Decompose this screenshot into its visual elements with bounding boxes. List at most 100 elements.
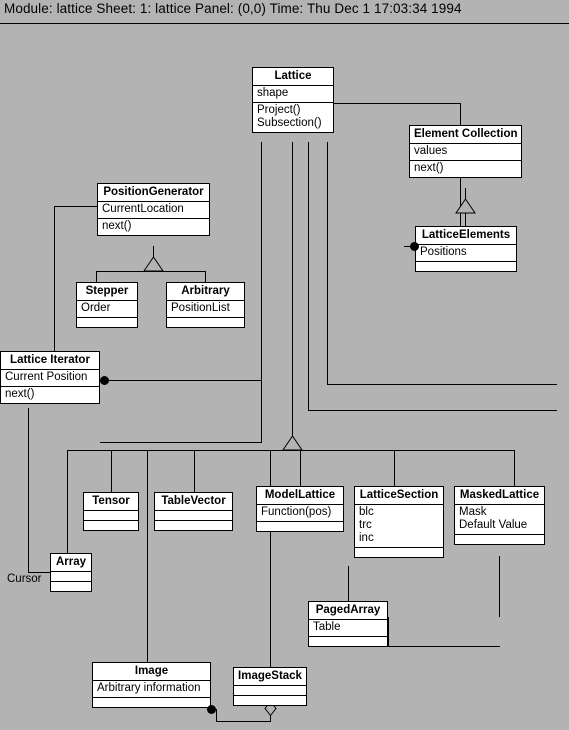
edge-lattice-drop-3-h: [308, 410, 557, 411]
edge-lattice-to-latticeelements-h: [333, 103, 461, 104]
edge-bus-to-maskedlattice: [514, 450, 515, 486]
edge-positiongenerator-left-h: [54, 206, 98, 207]
class-attributes-lattice-elements: Positions: [416, 245, 516, 262]
edge-lattice-drop-4-h: [327, 384, 557, 385]
class-attributes-masked-lattice: Mask Default Value: [455, 505, 544, 535]
class-attributes-lattice: shape: [253, 86, 333, 103]
class-name-position-generator: PositionGenerator: [98, 184, 209, 202]
class-name-element-collection: Element Collection: [410, 126, 521, 144]
class-operations-lattice-section: [355, 548, 443, 557]
class-operations-masked-lattice: [455, 535, 544, 544]
edge-bus-to-tensor: [111, 450, 112, 492]
header-divider: [0, 23, 569, 24]
edge-positiongenerator-to-iterator-v: [54, 206, 55, 351]
class-name-image: Image: [93, 663, 210, 681]
class-operations-lattice-iterator: next(): [5, 388, 35, 400]
edge-bus-to-latticesection: [394, 450, 395, 486]
class-attributes-arbitrary: PositionList: [167, 301, 244, 318]
class-name-array: Array: [51, 554, 91, 572]
class-attributes-image-stack: [234, 686, 306, 696]
edge-bus-to-imagestack: [270, 450, 271, 667]
class-box-model-lattice[interactable]: ModelLattice Function(pos): [256, 486, 344, 532]
class-box-lattice-elements[interactable]: LatticeElements Positions: [415, 226, 517, 272]
class-box-lattice[interactable]: Lattice shape Project() Subsection(): [252, 67, 334, 133]
edge-image-to-imagestack-h2: [216, 721, 270, 722]
edge-lattice-drop-3: [308, 142, 309, 411]
class-name-stepper: Stepper: [77, 283, 137, 301]
class-box-image[interactable]: Image Arbitrary information: [92, 662, 211, 708]
class-operations-image-stack: [234, 696, 306, 705]
class-operations-array: [51, 582, 91, 591]
class-operations-element-collection: next(): [414, 162, 444, 174]
aggregation-dot-image: [207, 705, 216, 714]
class-name-lattice-iterator: Lattice Iterator: [1, 352, 99, 370]
class-box-position-generator[interactable]: PositionGenerator CurrentLocation next(): [97, 183, 210, 236]
class-box-masked-lattice[interactable]: MaskedLattice Mask Default Value: [454, 486, 545, 545]
class-box-arbitrary[interactable]: Arbitrary PositionList: [166, 282, 245, 328]
class-attributes-table-vector: [155, 511, 232, 521]
edge-lattice-drop-4: [327, 142, 328, 385]
class-box-table-vector[interactable]: TableVector: [154, 492, 233, 531]
role-label-cursor: Cursor: [7, 573, 42, 585]
class-operations-position-generator: next(): [102, 220, 132, 232]
class-attributes-image: Arbitrary information: [93, 681, 210, 698]
edge-bus-to-array: [67, 450, 68, 554]
generalization-triangle-positiongenerator: [143, 257, 164, 272]
generalization-triangle-lattice: [282, 436, 303, 451]
class-operations-model-lattice: [257, 522, 343, 531]
class-name-arbitrary: Arbitrary: [167, 283, 244, 301]
class-box-element-collection[interactable]: Element Collection values next(): [409, 125, 522, 178]
class-name-image-stack: ImageStack: [234, 668, 306, 686]
class-attributes-position-generator: CurrentLocation: [98, 202, 209, 219]
edge-lattice-drop-1: [261, 142, 262, 442]
class-operations-tensor: [84, 521, 138, 530]
class-name-tensor: Tensor: [84, 493, 138, 511]
edge-bus-to-tablevector: [194, 450, 195, 492]
edge-lattice-drop-2: [292, 142, 293, 437]
class-attributes-lattice-section: blc trc inc: [355, 505, 443, 548]
aggregation-dot-latticeelements: [410, 242, 419, 251]
header-bar: Module: lattice Sheet: 1: lattice Panel:…: [0, 0, 569, 22]
class-name-masked-lattice: MaskedLattice: [455, 487, 544, 505]
class-operations-paged-array: [309, 637, 387, 646]
class-attributes-paged-array: Table: [309, 620, 387, 637]
class-box-lattice-iterator[interactable]: Lattice Iterator Current Position next(): [0, 351, 100, 404]
class-attributes-model-lattice: Function(pos): [257, 505, 343, 522]
diagram-canvas: Module: lattice Sheet: 1: lattice Panel:…: [0, 0, 569, 730]
edge-lattice-drop-1-h: [100, 442, 262, 443]
edge-iterator-cursor-v: [28, 408, 29, 573]
edge-bus-to-image: [147, 450, 148, 662]
edge-maskedlattice-corner: [388, 617, 389, 647]
class-attributes-element-collection: values: [410, 144, 521, 161]
generalization-triangle-elementcollection: [455, 199, 476, 214]
class-box-tensor[interactable]: Tensor: [83, 492, 139, 531]
class-box-lattice-section[interactable]: LatticeSection blc trc inc: [354, 486, 444, 558]
class-name-model-lattice: ModelLattice: [257, 487, 343, 505]
class-name-lattice-elements: LatticeElements: [416, 227, 516, 245]
class-operations-table-vector: [155, 521, 232, 530]
class-name-table-vector: TableVector: [155, 493, 232, 511]
class-name-paged-array: PagedArray: [309, 602, 387, 620]
class-operations-arbitrary: [167, 318, 244, 327]
class-box-paged-array[interactable]: PagedArray Table: [308, 601, 388, 647]
class-attributes-lattice-iterator: Current Position: [1, 370, 99, 387]
edge-maskedlattice-down: [499, 556, 500, 617]
edge-bus-to-stepper: [96, 271, 97, 282]
edge-iterator-to-lattice-h: [104, 380, 261, 381]
edge-latticesection-to-pagedarray: [348, 566, 349, 601]
edge-bus-to-modellattice: [300, 450, 301, 486]
class-operations-stepper: [77, 318, 137, 327]
class-box-image-stack[interactable]: ImageStack: [233, 667, 307, 706]
class-name-lattice-section: LatticeSection: [355, 487, 443, 505]
class-operations-image: [93, 698, 210, 707]
class-box-stepper[interactable]: Stepper Order: [76, 282, 138, 328]
class-box-array[interactable]: Array: [50, 553, 92, 592]
class-operations-lattice-elements: [416, 262, 516, 271]
edge-elementcollection-stem2: [465, 213, 466, 226]
class-name-lattice: Lattice: [253, 68, 333, 86]
class-operations-lattice: Project() Subsection(): [257, 104, 322, 129]
header-status-text: Module: lattice Sheet: 1: lattice Panel:…: [4, 1, 462, 16]
aggregation-dot-lattice-iterator: [100, 376, 109, 385]
class-attributes-tensor: [84, 511, 138, 521]
class-attributes-array: [51, 572, 91, 582]
